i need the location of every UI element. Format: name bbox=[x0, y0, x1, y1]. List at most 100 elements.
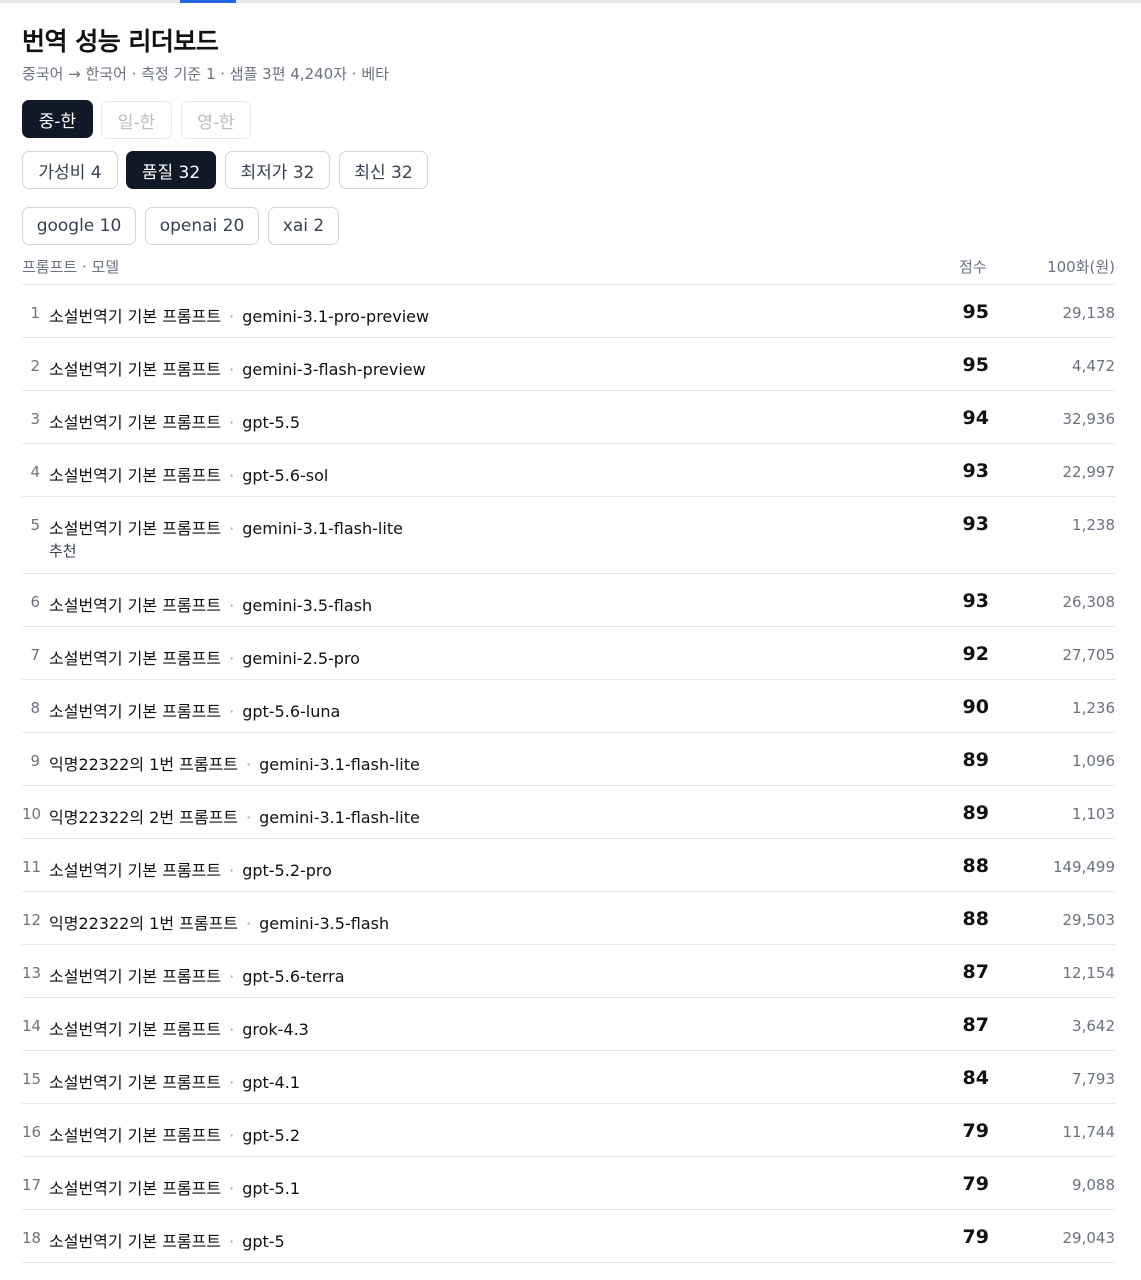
cost-value: 29,503 bbox=[1062, 911, 1116, 929]
separator-dot: · bbox=[246, 808, 252, 827]
table-row[interactable]: 5 소설번역기 기본 프롬프트 · gemini-3.1-flash-lite 추천 93… bbox=[22, 497, 1115, 574]
rank-number: 14 bbox=[22, 1017, 42, 1035]
rank-number: 5 bbox=[30, 516, 40, 534]
sort-lowest-price-tab[interactable]: 최저가 32 bbox=[225, 151, 330, 189]
table-row[interactable]: 16 소설번역기 기본 프롬프트 · gpt-5.2 79 11,744 bbox=[22, 1104, 1115, 1157]
separator-dot: · bbox=[229, 861, 235, 880]
rank-number: 12 bbox=[22, 911, 42, 929]
prompt-name: 익명22322의 1번 프롬프트 bbox=[49, 914, 239, 933]
filter-xai[interactable]: xai 2 bbox=[268, 207, 339, 245]
score-value: 88 bbox=[962, 855, 989, 877]
prompt-name: 소설번역기 기본 프롬프트 bbox=[49, 1179, 222, 1198]
model-name: gemini-3.1-pro-preview bbox=[242, 307, 430, 326]
model-name: gemini-3.5-flash bbox=[242, 596, 373, 615]
prompt-model-cell: 소설번역기 기본 프롬프트 · gpt-5.6-sol bbox=[49, 462, 328, 486]
prompt-name: 익명22322의 1번 프롬프트 bbox=[49, 755, 239, 774]
prompt-name: 소설번역기 기본 프롬프트 bbox=[49, 466, 222, 485]
rank-number: 8 bbox=[30, 699, 40, 717]
model-name: gpt-5.6-terra bbox=[242, 967, 345, 986]
prompt-name: 소설번역기 기본 프롬프트 bbox=[49, 360, 222, 379]
sort-quality-tab[interactable]: 품질 32 bbox=[126, 151, 216, 189]
active-nav-indicator bbox=[180, 0, 236, 3]
table-row[interactable]: 12 익명22322의 1번 프롬프트 · gemini-3.5-flash 88 29,… bbox=[22, 892, 1115, 945]
model-name: gemini-3-flash-preview bbox=[242, 360, 426, 379]
table-row[interactable]: 1 소설번역기 기본 프롬프트 · gemini-3.1-pro-preview 95 2… bbox=[22, 285, 1115, 338]
table-row[interactable]: 11 소설번역기 기본 프롬프트 · gpt-5.2-pro 88 149,499 bbox=[22, 839, 1115, 892]
prompt-model-cell: 익명22322의 2번 프롬프트 · gemini-3.1-flash-lite bbox=[49, 804, 420, 828]
table-row[interactable]: 3 소설번역기 기본 프롬프트 · gpt-5.5 94 32,936 bbox=[22, 391, 1115, 444]
prompt-model-cell: 소설번역기 기본 프롬프트 · gpt-5.6-terra bbox=[49, 963, 345, 987]
prompt-model-cell: 소설번역기 기본 프롬프트 · gemini-3.1-flash-lite bbox=[49, 515, 403, 539]
score-value: 79 bbox=[962, 1173, 989, 1195]
model-name: gpt-5.2 bbox=[242, 1126, 300, 1145]
rank-number: 13 bbox=[22, 964, 42, 982]
cost-value: 4,472 bbox=[1072, 357, 1115, 375]
model-name: gpt-5.5 bbox=[242, 413, 300, 432]
score-value: 93 bbox=[962, 590, 989, 612]
rank-number: 17 bbox=[22, 1176, 42, 1194]
rank-number: 11 bbox=[22, 858, 42, 876]
table-row[interactable]: 4 소설번역기 기본 프롬프트 · gpt-5.6-sol 93 22,997 bbox=[22, 444, 1115, 497]
score-value: 93 bbox=[962, 513, 989, 535]
table-row[interactable]: 15 소설번역기 기본 프롬프트 · gpt-4.1 84 7,793 bbox=[22, 1051, 1115, 1104]
cost-value: 7,793 bbox=[1072, 1070, 1115, 1088]
cost-value: 1,103 bbox=[1072, 805, 1115, 823]
score-value: 89 bbox=[962, 802, 989, 824]
prompt-name: 익명22322의 2번 프롬프트 bbox=[49, 808, 239, 827]
rank-number: 18 bbox=[22, 1229, 42, 1247]
sort-value-tab[interactable]: 가성비 4 bbox=[22, 151, 118, 189]
top-border bbox=[0, 0, 1141, 3]
cost-value: 1,096 bbox=[1072, 752, 1115, 770]
score-value: 87 bbox=[962, 961, 989, 983]
sort-latest-tab[interactable]: 최신 32 bbox=[339, 151, 428, 189]
table-row[interactable]: 8 소설번역기 기본 프롬프트 · gpt-5.6-luna 90 1,236 bbox=[22, 680, 1115, 733]
tab-ja-ko[interactable]: 일-한 bbox=[101, 101, 172, 139]
rank-number: 6 bbox=[30, 593, 40, 611]
prompt-name: 소설번역기 기본 프롬프트 bbox=[49, 307, 222, 326]
table-row[interactable]: 6 소설번역기 기본 프롬프트 · gemini-3.5-flash 93 26,308 bbox=[22, 574, 1115, 627]
model-name: grok-4.3 bbox=[242, 1020, 309, 1039]
table-row[interactable]: 13 소설번역기 기본 프롬프트 · gpt-5.6-terra 87 12,154 bbox=[22, 945, 1115, 998]
cost-value: 22,997 bbox=[1062, 463, 1116, 481]
rank-number: 7 bbox=[30, 646, 40, 664]
cost-value: 3,642 bbox=[1072, 1017, 1115, 1035]
separator-dot: · bbox=[229, 649, 235, 668]
column-header-score: 점수 bbox=[959, 258, 987, 276]
cost-value: 27,705 bbox=[1062, 646, 1116, 664]
rank-number: 10 bbox=[22, 805, 42, 823]
model-name: gemini-3.5-flash bbox=[259, 914, 390, 933]
filter-google[interactable]: google 10 bbox=[22, 207, 136, 245]
table-row[interactable]: 14 소설번역기 기본 프롬프트 · grok-4.3 87 3,642 bbox=[22, 998, 1115, 1051]
prompt-name: 소설번역기 기본 프롬프트 bbox=[49, 413, 222, 432]
table-row[interactable]: 9 익명22322의 1번 프롬프트 · gemini-3.1-flash-lite 8… bbox=[22, 733, 1115, 786]
rank-number: 2 bbox=[30, 357, 40, 375]
prompt-name: 소설번역기 기본 프롬프트 bbox=[49, 1073, 222, 1092]
filter-openai[interactable]: openai 20 bbox=[145, 207, 259, 245]
prompt-model-cell: 소설번역기 기본 프롬프트 · gemini-2.5-pro bbox=[49, 645, 360, 669]
prompt-model-cell: 소설번역기 기본 프롬프트 · gpt-5.2-pro bbox=[49, 857, 332, 881]
rank-number: 9 bbox=[30, 752, 40, 770]
separator-dot: · bbox=[246, 755, 252, 774]
model-name: gemini-3.1-flash-lite bbox=[242, 519, 403, 538]
table-row[interactable]: 18 소설번역기 기본 프롬프트 · gpt-5 79 29,043 bbox=[22, 1210, 1115, 1263]
prompt-model-cell: 소설번역기 기본 프롬프트 · gpt-5.1 bbox=[49, 1175, 300, 1199]
separator-dot: · bbox=[229, 1020, 235, 1039]
column-header-cost: 100화(원) bbox=[1047, 258, 1115, 276]
rank-number: 3 bbox=[30, 410, 40, 428]
score-value: 92 bbox=[962, 643, 989, 665]
table-row[interactable]: 17 소설번역기 기본 프롬프트 · gpt-5.1 79 9,088 bbox=[22, 1157, 1115, 1210]
separator-dot: · bbox=[229, 596, 235, 615]
prompt-name: 소설번역기 기본 프롬프트 bbox=[49, 702, 222, 721]
score-value: 84 bbox=[962, 1067, 989, 1089]
table-row[interactable]: 2 소설번역기 기본 프롬프트 · gemini-3-flash-preview 95 4… bbox=[22, 338, 1115, 391]
tab-zh-ko[interactable]: 중-한 bbox=[22, 100, 93, 138]
model-name: gemini-3.1-flash-lite bbox=[259, 755, 420, 774]
cost-value: 29,043 bbox=[1062, 1229, 1116, 1247]
tab-en-ko[interactable]: 영-한 bbox=[181, 101, 251, 139]
separator-dot: · bbox=[229, 413, 235, 432]
table-row[interactable]: 10 익명22322의 2번 프롬프트 · gemini-3.1-flash-lite… bbox=[22, 786, 1115, 839]
prompt-name: 소설번역기 기본 프롬프트 bbox=[49, 861, 222, 880]
table-row[interactable]: 7 소설번역기 기본 프롬프트 · gemini-2.5-pro 92 27,705 bbox=[22, 627, 1115, 680]
model-name: gemini-3.1-flash-lite bbox=[259, 808, 420, 827]
rank-number: 16 bbox=[22, 1123, 42, 1141]
